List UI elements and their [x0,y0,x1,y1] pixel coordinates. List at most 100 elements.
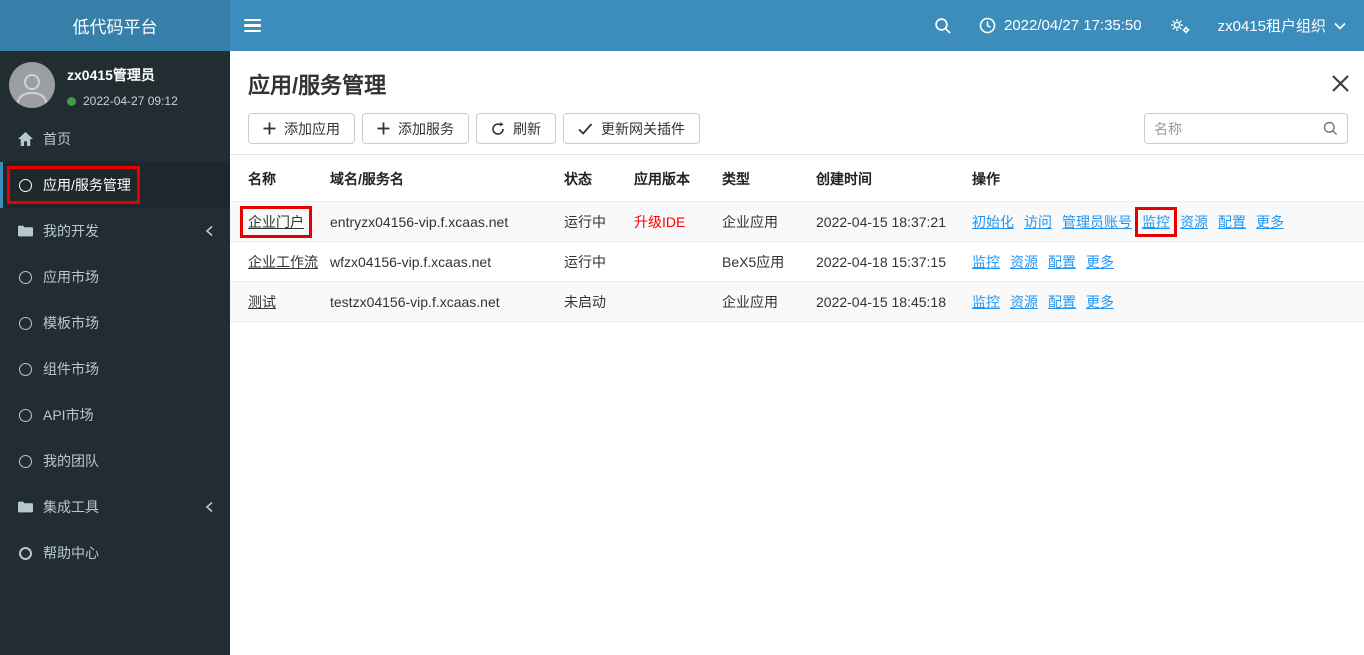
refresh-button[interactable]: 刷新 [476,113,556,144]
tenant-org-label: zx0415租户组织 [1217,18,1326,35]
action-link[interactable]: 配置 [1218,214,1246,230]
action-link[interactable]: 资源 [1010,294,1038,310]
sidebar-item-9[interactable]: 帮助中心 [0,530,230,576]
login-time: 2022-04-27 09:12 [83,94,178,108]
page-title: 应用/服务管理 [248,73,387,98]
chevron-left-icon [205,225,214,237]
action-link[interactable]: 资源 [1180,214,1208,230]
server-time: 2022/04/27 17:35:50 [979,17,1142,34]
plus-icon [263,122,276,135]
toolbar: 添加应用 添加服务 刷新 更新网关插件 [230,100,1364,155]
column-header: 操作 [972,171,1000,187]
column-header: 创建时间 [816,171,872,187]
domain-cell: testzx04156-vip.f.xcaas.net [330,281,564,322]
column-header: 状态 [564,171,592,187]
sidebar-item-2[interactable]: 我的开发 [0,208,230,254]
actions-cell: 监控 资源 配置 更多 [972,281,1364,322]
update-gateway-button[interactable]: 更新网关插件 [563,113,700,144]
domain-cell: wfzx04156-vip.f.xcaas.net [330,241,564,282]
circle-icon [16,270,35,284]
add-service-button[interactable]: 添加服务 [362,113,469,144]
action-link[interactable]: 配置 [1048,254,1076,270]
circle-icon [16,178,35,192]
status-cell: 运行中 [564,201,634,242]
avatar [9,62,55,108]
sidebar-item-4[interactable]: 模板市场 [0,300,230,346]
sidebar: zx0415管理员 2022-04-27 09:12 首页 应用/服务管理 我的开发… [0,51,230,655]
sidebar-item-5[interactable]: 组件市场 [0,346,230,392]
app-name-link[interactable]: 企业工作流 [248,254,318,270]
online-status-dot [67,96,76,106]
chevron-down-icon [1334,22,1346,30]
action-link[interactable]: 更多 [1086,254,1114,270]
folder-icon [16,225,35,237]
clock-icon [979,17,996,34]
name-search-input[interactable] [1145,120,1323,137]
sidebar-item-0[interactable]: 首页 [0,116,230,162]
close-icon[interactable] [1331,74,1350,98]
domain-cell: entryzx04156-vip.f.xcaas.net [330,201,564,242]
check-icon [578,122,593,135]
action-link[interactable]: 管理员账号 [1062,214,1132,230]
table-body: 企业门户 entryzx04156-vip.f.xcaas.net 运行中 升级IDE… [230,201,1364,322]
sidebar-item-3[interactable]: 应用市场 [0,254,230,300]
server-time-text: 2022/04/27 17:35:50 [1003,17,1142,34]
top-navbar: 2022/04/27 17:35:50 zx0415租户组织 [230,0,1364,51]
table-row: 企业门户 entryzx04156-vip.f.xcaas.net 运行中 升级IDE… [230,201,1364,242]
folder-icon [16,501,35,513]
type-cell: 企业应用 [722,201,816,242]
action-link[interactable]: 配置 [1048,294,1076,310]
created-cell: 2022-04-18 15:37:15 [816,241,972,282]
status-cell: 运行中 [564,241,634,282]
add-app-button[interactable]: 添加应用 [248,113,355,144]
action-link[interactable]: 监控 [1135,207,1177,237]
actions-cell: 监控 资源 配置 更多 [972,241,1364,282]
action-link[interactable]: 访问 [1024,214,1052,230]
sidebar-item-1[interactable]: 应用/服务管理 [0,162,230,208]
plus-icon [377,122,390,135]
actions-cell: 初始化 访问 管理员账号 监控 资源 配置 更多 [972,201,1364,242]
action-link[interactable]: 资源 [1010,254,1038,270]
search-icon[interactable] [934,17,952,35]
action-link[interactable]: 更多 [1256,214,1284,230]
status-cell: 未启动 [564,281,634,322]
sidebar-item-7[interactable]: 我的团队 [0,438,230,484]
circle-icon [16,316,35,330]
column-header: 应用版本 [634,171,690,187]
user-name: zx0415管理员 [67,67,155,83]
search-box [1144,113,1348,144]
circle-icon [16,362,35,376]
chevron-left-icon [205,501,214,513]
created-cell: 2022-04-15 18:45:18 [816,281,972,322]
upgrade-ide-link[interactable]: 升级IDE [634,214,685,230]
tenant-org-dropdown[interactable]: zx0415租户组织 [1218,15,1346,36]
action-link[interactable]: 初始化 [972,214,1014,230]
main-content: 应用/服务管理 添加应用 添加服务 刷新 更新网关插件 名称 名称 域名/服务名… [230,51,1364,655]
sidebar-menu: 首页 应用/服务管理 我的开发 应用市场 模板市场 组件市场 API市场 我的团队 集成工具 帮助… [0,116,230,576]
circle-bold-icon [16,546,35,560]
table-row: 企业工作流 wfzx04156-vip.f.xcaas.net 运行中 BeX5应用 2… [230,241,1364,282]
user-panel: zx0415管理员 2022-04-27 09:12 [0,51,230,116]
table-row: 测试 testzx04156-vip.f.xcaas.net 未启动 企业应用 2022… [230,281,1364,322]
column-header: 域名/服务名 [330,171,404,187]
column-header: 类型 [722,171,750,187]
refresh-icon [491,121,505,136]
search-icon[interactable] [1323,121,1338,136]
action-link[interactable]: 更多 [1086,294,1114,310]
sidebar-item-6[interactable]: API市场 [0,392,230,438]
created-cell: 2022-04-15 18:37:21 [816,201,972,242]
type-cell: 企业应用 [722,281,816,322]
circle-icon [16,454,35,468]
sidebar-item-8[interactable]: 集成工具 [0,484,230,530]
home-icon [16,132,35,146]
action-link[interactable]: 监控 [972,294,1000,310]
type-cell: BeX5应用 [722,241,816,282]
app-name-link[interactable]: 测试 [248,294,276,310]
sidebar-toggle-button[interactable] [244,0,282,51]
apps-table: 名称 域名/服务名 状态 应用版本 类型 创建时间 操作 企业门户 entryzx04156-… [230,155,1364,322]
table-header-row: 名称 域名/服务名 状态 应用版本 类型 创建时间 操作 [230,155,1364,202]
app-name-link[interactable]: 企业门户 [240,206,312,238]
settings-cogs-icon[interactable] [1169,17,1191,35]
action-link[interactable]: 监控 [972,254,1000,270]
app-logo[interactable]: 低代码平台 [0,0,230,51]
